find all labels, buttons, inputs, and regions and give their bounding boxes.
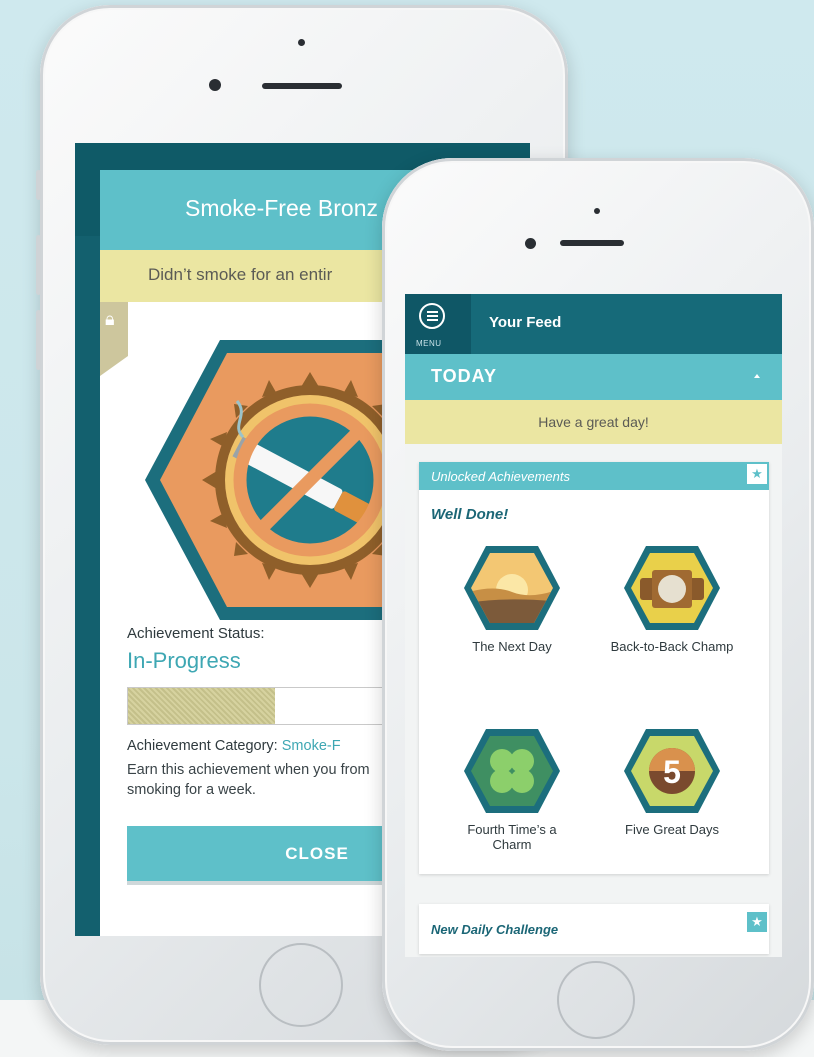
achievement-name: Fourth Time’s a Charm xyxy=(467,822,557,852)
clover-badge-icon xyxy=(464,729,560,813)
back-to-back-badge-icon xyxy=(624,546,720,630)
lock-ribbon: 🔒︎ xyxy=(100,302,128,376)
right-home-button[interactable] xyxy=(557,961,635,1039)
status-label: Achievement Status: xyxy=(127,625,265,642)
category-value[interactable]: Smoke-F xyxy=(282,738,341,754)
achievement-name: The Next Day xyxy=(472,639,552,654)
unlocked-achievements-card: Unlocked Achievements ★ Well Done! The N… xyxy=(419,462,769,874)
category-line: Achievement Category: Smoke-F xyxy=(127,738,341,754)
five-digit: 5 xyxy=(663,754,681,790)
menu-label: MENU xyxy=(416,339,442,348)
right-phone-screen: MENU Your Feed TODAY Have a great day! U… xyxy=(405,294,782,957)
achievement-name: Five Great Days xyxy=(625,822,719,837)
achievement-fourth-time[interactable]: Fourth Time’s a Charm xyxy=(447,727,577,852)
daily-challenge-title: New Daily Challenge xyxy=(431,922,559,937)
greeting-bar: Have a great day! xyxy=(405,400,782,444)
today-label: TODAY xyxy=(431,366,498,386)
achievement-the-next-day[interactable]: The Next Day xyxy=(447,544,577,654)
card-subtitle: Well Done! xyxy=(431,506,509,523)
menu-icon xyxy=(419,303,445,329)
star-icon[interactable]: ★ xyxy=(747,464,767,484)
app-navbar: MENU Your Feed xyxy=(405,294,782,354)
five-badge-icon: 5 xyxy=(624,729,720,813)
modal-subtitle: Didn’t smoke for an entir xyxy=(148,265,333,284)
achievement-name: Back-to-Back Champ xyxy=(610,639,734,654)
star-icon[interactable]: ★ xyxy=(747,912,767,932)
achievement-five-days[interactable]: 5 Five Great Days xyxy=(607,727,737,837)
card-header: Unlocked Achievements ★ xyxy=(419,462,769,490)
modal-title: Smoke-Free Bronz xyxy=(185,195,379,221)
progress-fill xyxy=(128,688,276,724)
left-home-button[interactable] xyxy=(259,943,343,1027)
card-title: Unlocked Achievements xyxy=(431,469,570,484)
daily-challenge-card[interactable]: New Daily Challenge ★ xyxy=(419,904,769,954)
sunrise-badge-icon xyxy=(464,546,560,630)
category-label: Achievement Category: xyxy=(127,738,278,754)
collapse-caret-icon[interactable] xyxy=(754,374,760,378)
lock-icon: 🔒︎ xyxy=(105,309,115,329)
status-value: In-Progress xyxy=(127,648,241,673)
achievement-description: Earn this achievement when you from smok… xyxy=(127,762,370,798)
menu-button[interactable]: MENU xyxy=(405,294,471,354)
achievement-back-to-back[interactable]: Back-to-Back Champ xyxy=(607,544,737,654)
nav-title: Your Feed xyxy=(489,314,562,331)
today-section-header[interactable]: TODAY xyxy=(405,354,782,400)
